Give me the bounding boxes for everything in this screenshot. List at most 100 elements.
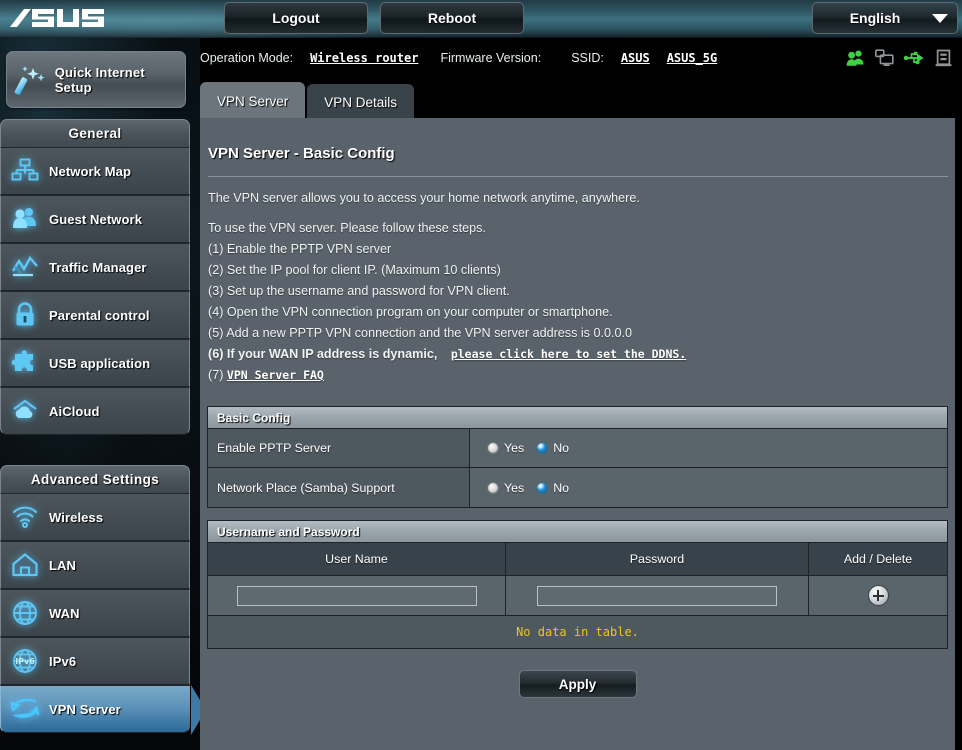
status-infobar: Operation Mode: Wireless router Firmware… (200, 38, 962, 78)
row-label: Network Place (Samba) Support (208, 468, 470, 507)
language-select[interactable]: English (812, 2, 958, 34)
sidebar-label: Wireless (49, 509, 104, 525)
quick-internet-setup-button[interactable]: Quick Internet Setup (6, 51, 186, 108)
sidebar-item-lan[interactable]: LAN (0, 541, 190, 589)
cell-username-input (208, 576, 506, 615)
step-2: (2) Set the IP pool for client IP. (Maxi… (208, 263, 501, 277)
step-6: (6) If your WAN IP address is dynamic, p… (208, 344, 948, 365)
samba-yes[interactable]: Yes (487, 481, 524, 495)
usb-icon[interactable] (904, 49, 925, 67)
enable-pptp-yes[interactable]: Yes (487, 441, 524, 455)
username-password-section-title: Username and Password (208, 521, 947, 543)
globe-icon (1, 600, 49, 626)
step-4: (4) Open the VPN connection program on y… (208, 305, 613, 319)
sidebar-label: LAN (49, 557, 77, 573)
ipv6-globe-icon: IPv6 (1, 648, 49, 674)
sidebar-label: USB application (49, 355, 151, 371)
clients-icon[interactable] (846, 49, 865, 67)
sidebar-label: Traffic Manager (49, 259, 147, 275)
radio-label: Yes (504, 480, 525, 495)
printer-icon[interactable] (935, 49, 952, 67)
asus-logo (8, 5, 112, 33)
row-control: Yes No (470, 429, 947, 467)
radio-circle[interactable] (536, 442, 549, 454)
sidebar-item-vpn-server[interactable]: VPN Server (0, 685, 200, 735)
step-1: (1) Enable the PPTP VPN server (208, 242, 392, 256)
username-input[interactable] (236, 585, 477, 606)
sidebar: Quick Internet Setup General Network Map… (0, 38, 200, 750)
home-icon (1, 552, 49, 578)
cloud-icon (1, 398, 49, 424)
radio-circle[interactable] (536, 481, 549, 494)
reboot-button[interactable]: Reboot (380, 2, 524, 34)
sidebar-item-guest-network[interactable]: Guest Network (0, 195, 190, 243)
row-control: Yes No (470, 468, 947, 507)
username-password-section: Username and Password User Name Password… (207, 520, 948, 649)
sidebar-label: Network Map (49, 163, 132, 179)
sidebar-item-aicloud[interactable]: AiCloud (0, 387, 190, 435)
radio-label: No (553, 480, 570, 495)
sidebar-group-title-advanced: Advanced Settings (0, 465, 190, 493)
samba-radio-group: Yes No (487, 481, 569, 495)
language-label: English (849, 10, 901, 26)
sidebar-label: IPv6 (49, 653, 77, 669)
column-header-add-delete: Add / Delete (843, 552, 913, 566)
quick-internet-setup-label: Quick Internet Setup (54, 64, 145, 95)
wifi-icon (1, 505, 49, 529)
sidebar-group-advanced: Advanced Settings Wireless LAN WAN IPv6 … (0, 465, 200, 735)
intro-text: The VPN server allows you to access your… (208, 191, 640, 205)
logout-button[interactable]: Logout (224, 2, 368, 34)
sidebar-group-general: General Network Map Guest Network Traffi… (0, 119, 190, 435)
tab-vpn-details[interactable]: VPN Details (307, 84, 415, 120)
row-samba-support: Network Place (Samba) Support Yes No (208, 468, 947, 507)
ssid-5g[interactable]: ASUS_5G (667, 51, 718, 65)
sidebar-item-ipv6[interactable]: IPv6 IPv6 (0, 637, 190, 685)
puzzle-icon (1, 350, 49, 376)
sidebar-group-title-general: General (0, 119, 190, 147)
title-divider (208, 176, 948, 177)
table-input-row (208, 576, 947, 616)
tab-bar: VPN Server VPN Details (200, 82, 416, 120)
firmware-version-label: Firmware Version: (440, 51, 542, 65)
ssid-group: SSID: ASUS ASUS_5G (571, 51, 717, 65)
operation-mode-value[interactable]: Wireless router (310, 51, 418, 65)
radio-label: Yes (504, 441, 525, 455)
step-3: (3) Set up the username and password for… (208, 284, 510, 298)
svg-text:IPv6: IPv6 (15, 657, 35, 666)
sidebar-label: WAN (49, 605, 80, 621)
basic-config-section: Basic Config Enable PPTP Server Yes No N… (207, 406, 948, 508)
basic-config-section-title: Basic Config (208, 407, 947, 429)
radio-label: No (553, 441, 570, 455)
plus-circle-icon[interactable] (867, 585, 889, 606)
network-devices-icon[interactable] (875, 49, 894, 67)
chevron-down-icon (923, 13, 957, 23)
sidebar-item-wan[interactable]: WAN (0, 589, 190, 637)
ssid-label: SSID: (571, 51, 604, 65)
tab-vpn-server[interactable]: VPN Server (200, 82, 306, 120)
radio-circle[interactable] (487, 442, 499, 454)
enable-pptp-no[interactable]: No (536, 441, 569, 455)
lock-icon (1, 302, 49, 328)
ssid-primary[interactable]: ASUS (621, 51, 650, 65)
vpn-faq-link[interactable]: VPN Server FAQ (227, 368, 324, 382)
column-header-password: Password (506, 543, 809, 575)
radio-circle[interactable] (487, 481, 499, 494)
sidebar-item-network-map[interactable]: Network Map (0, 147, 190, 195)
sidebar-item-traffic-manager[interactable]: Traffic Manager (0, 243, 190, 291)
apply-button[interactable]: Apply (518, 670, 637, 698)
network-map-icon (1, 158, 49, 184)
sidebar-item-usb-application[interactable]: USB application (0, 339, 190, 387)
sidebar-item-wireless[interactable]: Wireless (0, 493, 190, 541)
sidebar-item-parental-control[interactable]: Parental control (0, 291, 190, 339)
enable-pptp-radio-group: Yes No (487, 441, 569, 455)
column-header-username: User Name (208, 543, 506, 575)
sidebar-label: AiCloud (49, 403, 100, 419)
traffic-manager-icon (1, 254, 49, 280)
samba-no[interactable]: No (536, 481, 569, 495)
ddns-link[interactable]: please click here to set the DDNS. (451, 347, 686, 361)
guest-network-icon (1, 206, 49, 232)
table-header-row: User Name Password Add / Delete (208, 543, 947, 576)
top-banner: Logout Reboot English (0, 0, 962, 38)
operation-mode: Operation Mode: Wireless router (200, 51, 418, 65)
password-input[interactable] (537, 585, 777, 606)
